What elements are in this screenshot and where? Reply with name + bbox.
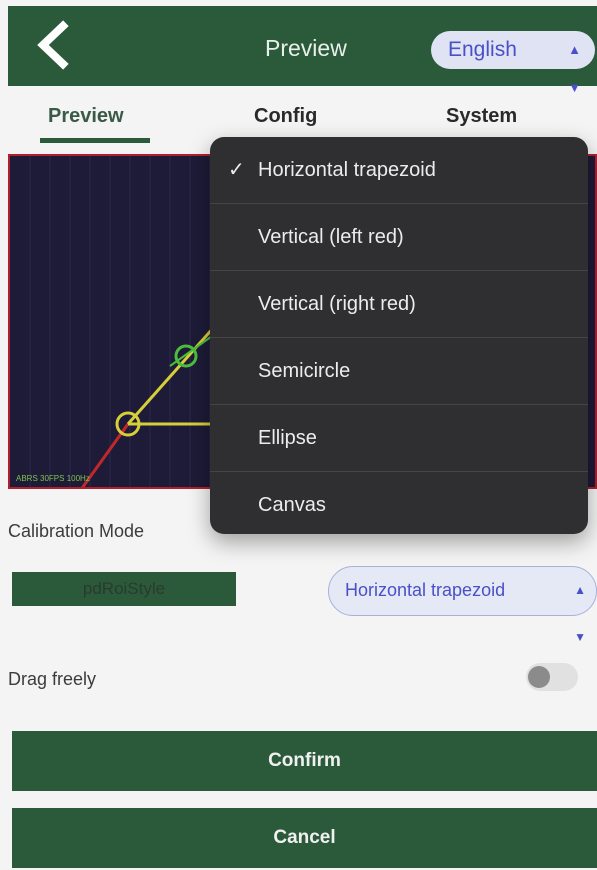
menu-item-vertical-left-red[interactable]: Vertical (left red) (210, 204, 588, 271)
confirm-button[interactable]: Confirm (12, 731, 597, 791)
back-button[interactable] (30, 20, 80, 70)
menu-item-label: Semicircle (258, 360, 351, 382)
menu-item-ellipse[interactable]: Ellipse (210, 405, 588, 472)
shape-select-value: Horizontal trapezoid (345, 580, 506, 600)
language-select[interactable]: English ▲ ▼ (431, 31, 595, 95)
roi-style-chip: pdRoiStyle (12, 572, 236, 606)
tab-config[interactable]: Config (254, 105, 317, 128)
shape-dropdown-menu: ✓ Horizontal trapezoid Vertical (left re… (210, 137, 588, 534)
drag-freely-toggle[interactable] (526, 663, 578, 691)
toggle-knob (528, 666, 550, 688)
menu-item-semicircle[interactable]: Semicircle (210, 338, 588, 405)
page-title: Preview (265, 35, 347, 61)
menu-item-horizontal-trapezoid[interactable]: ✓ Horizontal trapezoid (210, 137, 588, 204)
chevron-left-icon (37, 20, 69, 70)
yellow-guide-line (126, 325, 217, 425)
menu-item-label: Canvas (258, 494, 326, 516)
menu-item-canvas[interactable]: Canvas (210, 472, 588, 534)
shape-select[interactable]: Horizontal trapezoid ▲ ▼ (328, 566, 597, 644)
menu-item-label: Vertical (right red) (258, 293, 416, 315)
updown-chevron-icon: ▲ ▼ (568, 42, 581, 95)
menu-item-label: Vertical (left red) (258, 226, 404, 248)
active-tab-indicator (40, 138, 150, 143)
checkmark-icon: ✓ (228, 159, 245, 181)
menu-item-label: Horizontal trapezoid (258, 159, 436, 181)
language-value: English (448, 38, 517, 61)
menu-item-label: Ellipse (258, 427, 317, 449)
preview-caption: ABRS 30FPS 100Hz (16, 474, 90, 483)
calibration-mode-label: Calibration Mode (8, 521, 145, 541)
drag-freely-label: Drag freely (8, 669, 97, 689)
cancel-button[interactable]: Cancel (12, 808, 597, 868)
updown-chevron-icon: ▲ ▼ (574, 583, 586, 644)
menu-item-vertical-right-red[interactable]: Vertical (right red) (210, 271, 588, 338)
tab-system[interactable]: System (446, 105, 517, 128)
green-handle (174, 344, 198, 368)
app-header: Preview English ▲ ▼ (8, 6, 597, 95)
tab-preview[interactable]: Preview (48, 105, 124, 128)
